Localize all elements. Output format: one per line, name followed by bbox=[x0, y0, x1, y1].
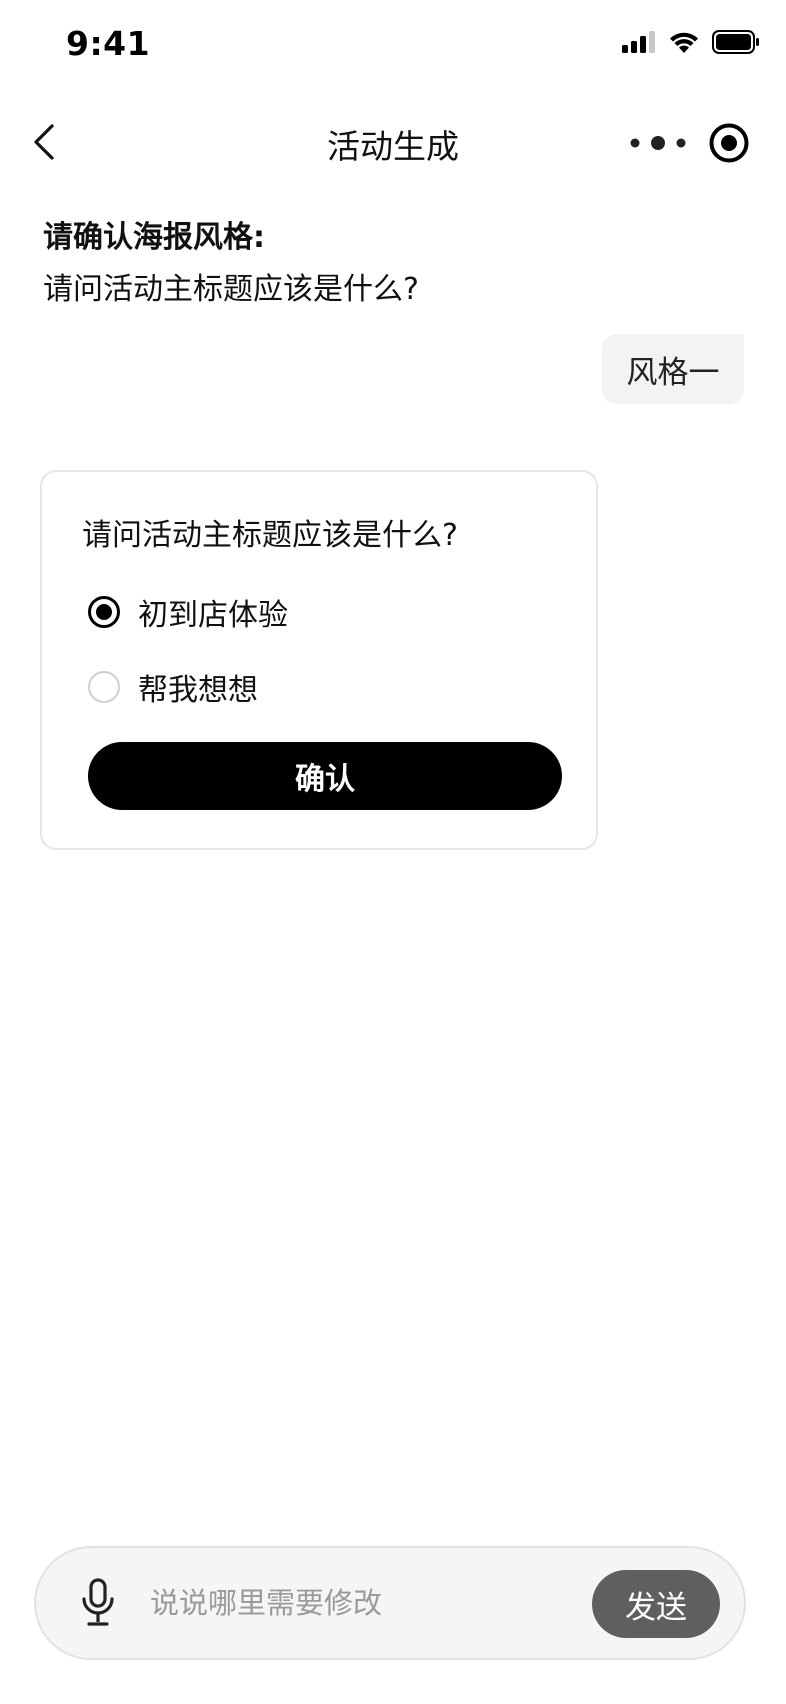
option-label: 初到店体验 bbox=[138, 598, 288, 633]
message-input[interactable] bbox=[150, 1578, 570, 1628]
wifi-icon bbox=[670, 32, 698, 53]
confirm-button[interactable]: 确认 bbox=[88, 742, 562, 810]
option-label: 帮我想想 bbox=[138, 673, 258, 708]
card-question: 请问活动主标题应该是什么? bbox=[82, 518, 458, 553]
user-message-bubble: 风格一 bbox=[602, 334, 744, 404]
option-first-visit[interactable]: 初到店体验 bbox=[88, 590, 288, 634]
record-icon bbox=[709, 123, 749, 163]
microphone-icon bbox=[82, 1578, 114, 1626]
bot-message-title: 请确认海报风格: bbox=[43, 220, 265, 255]
nav-bar: 活动生成 bbox=[0, 92, 786, 192]
bot-message: 请确认海报风格: 请问活动主标题应该是什么? bbox=[43, 212, 723, 316]
option-help-me-think[interactable]: 帮我想想 bbox=[88, 665, 258, 709]
radio-unchecked-icon[interactable] bbox=[88, 671, 120, 703]
status-time: 9:41 bbox=[66, 24, 151, 63]
record-button[interactable] bbox=[708, 122, 750, 164]
bot-message-question: 请问活动主标题应该是什么? bbox=[43, 272, 419, 307]
user-message-text: 风格一 bbox=[626, 354, 720, 391]
status-bar: 9:41 bbox=[0, 0, 786, 92]
question-card: 请问活动主标题应该是什么? 初到店体验 帮我想想 确认 bbox=[40, 470, 598, 850]
more-dots-icon bbox=[630, 136, 686, 150]
send-button[interactable]: 发送 bbox=[592, 1570, 720, 1638]
status-icons bbox=[622, 30, 760, 54]
voice-input-button[interactable] bbox=[80, 1578, 116, 1628]
cellular-signal-icon bbox=[622, 31, 655, 53]
more-button[interactable] bbox=[622, 126, 694, 160]
battery-icon bbox=[712, 30, 759, 54]
message-input-bar: 发送 bbox=[34, 1546, 746, 1660]
radio-checked-icon[interactable] bbox=[88, 596, 120, 628]
